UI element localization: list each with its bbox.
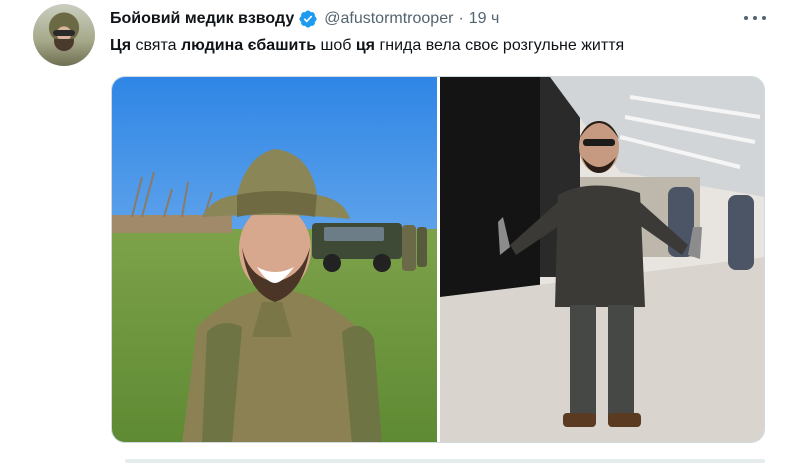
author-avatar[interactable]: [33, 4, 95, 66]
tweet-timestamp[interactable]: 19 ч: [469, 10, 500, 28]
tweet-media-grid: [111, 76, 765, 443]
tweet-text-part: людина єбашить: [180, 37, 317, 54]
author-name[interactable]: Бойовий медик взводу: [110, 10, 294, 28]
tweet-text-part: свята: [131, 37, 181, 54]
man-with-knives-photo[interactable]: [440, 77, 764, 442]
author-handle[interactable]: @afustormtrooper: [324, 10, 453, 28]
tweet-header: Бойовий медик взводу @afustormtrooper · …: [110, 8, 499, 30]
tweet-text-part: Ця: [110, 37, 132, 54]
avatar-beard: [54, 39, 74, 51]
separator-dot: ·: [458, 10, 464, 27]
avatar-glasses: [53, 30, 75, 36]
scroll-indicator: [125, 459, 765, 463]
soldier-photo[interactable]: [112, 77, 437, 442]
more-options-icon[interactable]: [744, 8, 766, 28]
verified-badge-icon: [298, 9, 318, 29]
tweet-text-part: гнида вела своє розгульне життя: [375, 37, 625, 54]
tweet-text: Ця свята людина єбашить шоб ця гнида вел…: [110, 37, 624, 55]
tweet-text-part: ця: [355, 37, 375, 54]
tweet-text-part: шоб: [316, 37, 356, 54]
